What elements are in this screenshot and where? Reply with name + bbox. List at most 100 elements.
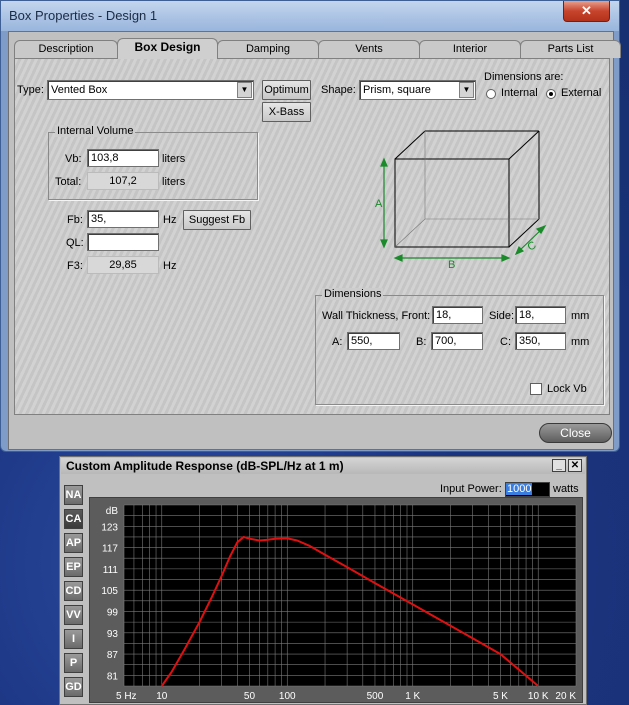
side-button-ca[interactable]: CA	[64, 509, 83, 529]
tab-box-design[interactable]: Box Design	[117, 38, 218, 59]
side-button-gd[interactable]: GD	[64, 677, 83, 697]
shape-select[interactable]: Prism, square ▼	[359, 80, 476, 100]
f3-label: F3:	[67, 260, 83, 272]
window-close-x-button[interactable]: ✕	[563, 1, 610, 22]
type-select[interactable]: Vented Box ▼	[47, 80, 254, 100]
dimensions-title: Dimensions	[322, 288, 384, 300]
shape-value: Prism, square	[363, 84, 431, 96]
y-tick-label: 99	[107, 607, 119, 618]
radio-internal[interactable]	[486, 89, 496, 99]
y-tick-label: 93	[107, 629, 119, 640]
vb-unit: liters	[162, 153, 186, 165]
y-tick-label: 123	[101, 522, 118, 533]
box-dimension-diagram: A B C	[375, 130, 547, 271]
plot-area	[124, 505, 576, 686]
type-value: Vented Box	[51, 84, 108, 96]
box-wireframe-icon	[394, 130, 540, 248]
lock-vb-checkbox[interactable]	[530, 383, 542, 395]
side-button-ep[interactable]: EP	[64, 557, 83, 577]
x-tick-label: 1 K	[405, 691, 420, 702]
chevron-down-icon[interactable]: ▼	[459, 82, 474, 98]
c-label: C:	[500, 336, 511, 348]
side-button-vv[interactable]: VV	[64, 605, 83, 625]
box-properties-titlebar[interactable]: Box Properties - Design 1 ✕	[1, 1, 619, 31]
chart-frame: 81 87 93 99 105 111 117 123 dB 5 Hz 10 50 100 500 1 K 5…	[89, 497, 583, 703]
a-label: A:	[332, 336, 343, 348]
side-label: Side:	[489, 310, 515, 322]
amplitude-response-window: Custom Amplitude Response (dB-SPL/Hz at …	[59, 456, 587, 705]
radio-internal-label: Internal	[501, 87, 538, 99]
tab-description[interactable]: Description	[14, 40, 118, 58]
b-label: B:	[416, 336, 427, 348]
tab-vents[interactable]: Vents	[318, 40, 420, 58]
amplitude-close-button[interactable]: ✕	[568, 459, 582, 472]
input-power-unit: watts	[553, 483, 579, 495]
ql-label: QL:	[66, 237, 84, 249]
side-mm-unit: mm	[571, 310, 590, 322]
tab-parts-list[interactable]: Parts List	[520, 40, 621, 58]
xbass-button[interactable]: X-Bass	[262, 102, 311, 122]
vb-label: Vb:	[65, 153, 82, 165]
ql-input[interactable]	[87, 233, 159, 251]
side-button-i[interactable]: I	[64, 629, 83, 649]
f3-unit: Hz	[163, 260, 177, 272]
amplitude-titlebar[interactable]: Custom Amplitude Response (dB-SPL/Hz at …	[61, 458, 585, 474]
x-tick-label: 500	[367, 691, 384, 702]
fb-label: Fb:	[67, 214, 83, 226]
suggest-fb-button[interactable]: Suggest Fb	[183, 210, 251, 230]
internal-volume-title: Internal Volume	[55, 125, 136, 137]
y-tick-label: 87	[107, 650, 119, 661]
optimum-button[interactable]: Optimum	[262, 80, 311, 100]
b-input[interactable]: 700,	[431, 332, 483, 350]
diagram-label-c: C	[526, 239, 539, 253]
f3-value: 29,85	[87, 256, 159, 274]
front-thickness-input[interactable]: 18,	[432, 306, 483, 324]
x-tick-label: 10	[156, 691, 168, 702]
total-unit: liters	[162, 176, 186, 188]
total-value: 107,2	[87, 172, 159, 190]
wall-thickness-label: Wall Thickness, Front:	[322, 310, 431, 322]
total-label: Total:	[55, 176, 82, 188]
y-axis-label: dB	[106, 506, 119, 517]
tab-interior[interactable]: Interior	[419, 40, 521, 58]
amplitude-chart: 81 87 93 99 105 111 117 123 dB 5 Hz 10 50 100 500 1 K 5…	[101, 504, 576, 702]
tab-strip: Description Box Design Damping Vents Int…	[14, 38, 621, 59]
tab-damping[interactable]: Damping	[217, 40, 319, 58]
radio-external[interactable]	[546, 89, 556, 99]
amplitude-title: Custom Amplitude Response (dB-SPL/Hz at …	[66, 459, 344, 473]
side-button-p[interactable]: P	[64, 653, 83, 673]
box-properties-window: Box Properties - Design 1 ✕ Description …	[0, 0, 621, 452]
fb-unit: Hz	[163, 214, 177, 226]
dimensions-are-label: Dimensions are:	[484, 71, 564, 83]
x-tick-label: 20 K	[555, 691, 576, 702]
shape-label: Shape:	[321, 84, 356, 96]
y-tick-label: 105	[101, 586, 118, 597]
x-tick-label: 10 K	[528, 691, 549, 702]
vb-input[interactable]: 103,8	[87, 149, 159, 167]
a-input[interactable]: 550,	[347, 332, 400, 350]
minimize-button[interactable]: _	[552, 459, 566, 472]
input-power-input[interactable]: 1000	[505, 482, 550, 497]
y-tick-label: 111	[103, 565, 119, 576]
lock-vb-label: Lock Vb	[547, 383, 587, 395]
input-power-value: 1000	[506, 483, 533, 495]
radio-external-label: External	[561, 87, 602, 99]
close-button[interactable]: Close	[539, 423, 612, 443]
side-button-cd[interactable]: CD	[64, 581, 83, 601]
side-button-na[interactable]: NA	[64, 485, 83, 505]
box-properties-client: Description Box Design Damping Vents Int…	[8, 31, 621, 450]
chevron-down-icon[interactable]: ▼	[237, 82, 252, 98]
window-title: Box Properties - Design 1	[9, 8, 158, 23]
x-tick-label: 5 K	[493, 691, 508, 702]
fb-input[interactable]: 35,	[87, 210, 159, 228]
type-label: Type:	[17, 84, 44, 96]
x-tick-label: 5 Hz	[116, 691, 137, 702]
c-mm-unit: mm	[571, 336, 590, 348]
c-input[interactable]: 350,	[515, 332, 566, 350]
diagram-label-a: A	[375, 198, 383, 210]
y-tick-label: 117	[102, 544, 118, 555]
input-power-label: Input Power:	[440, 483, 502, 495]
box-design-panel: Type: Vented Box ▼ Optimum X-Bass Shape:…	[14, 58, 610, 415]
side-button-ap[interactable]: AP	[64, 533, 83, 553]
side-thickness-input[interactable]: 18,	[515, 306, 566, 324]
